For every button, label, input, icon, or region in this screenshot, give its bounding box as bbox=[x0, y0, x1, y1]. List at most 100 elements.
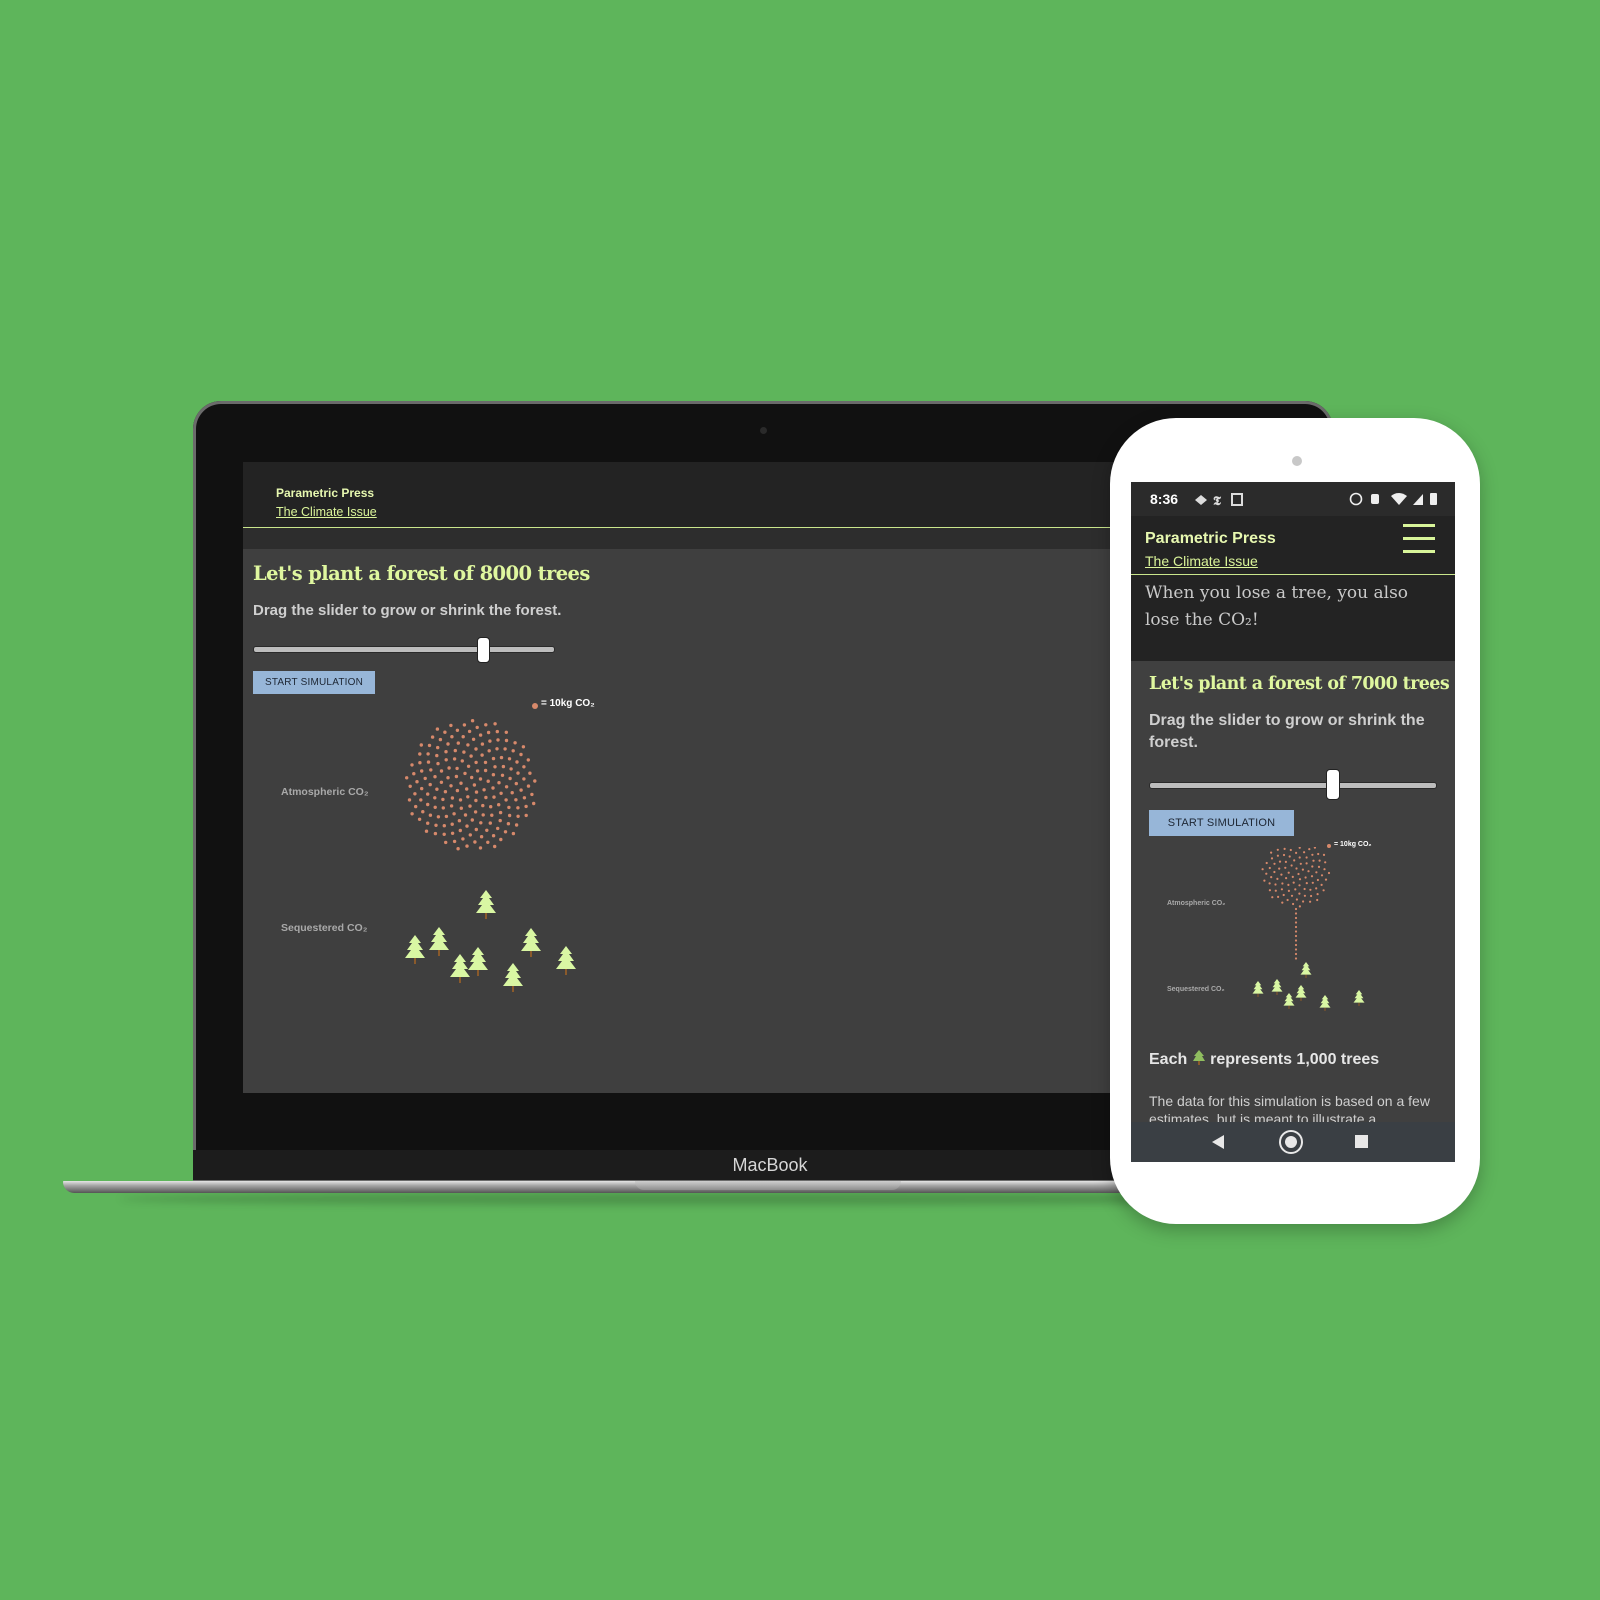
co2-dot bbox=[452, 757, 457, 761]
co2-dot bbox=[497, 803, 501, 807]
slider-instruction: Drag the slider to grow or shrink the fo… bbox=[1149, 712, 1425, 751]
co2-dot bbox=[446, 742, 450, 746]
co2-dot bbox=[504, 798, 508, 802]
system-icons bbox=[1349, 492, 1437, 506]
co2-dot bbox=[504, 738, 509, 743]
co2-dot bbox=[1293, 859, 1296, 862]
co2-dot bbox=[1297, 872, 1300, 876]
co2-dot bbox=[485, 828, 489, 832]
svg-text:𝕿: 𝕿 bbox=[1213, 494, 1222, 508]
co2-dot bbox=[417, 817, 422, 821]
co2-dot bbox=[486, 779, 490, 783]
co2-dot bbox=[1282, 853, 1286, 857]
co2-dot bbox=[522, 796, 527, 800]
tree bbox=[521, 928, 541, 951]
slider-thumb[interactable] bbox=[1326, 769, 1340, 800]
co2-dot bbox=[450, 796, 455, 800]
back-icon[interactable] bbox=[1209, 1132, 1227, 1152]
co2-dot bbox=[459, 806, 463, 810]
co2-dot bbox=[490, 813, 494, 817]
co2-dot bbox=[439, 780, 444, 784]
co2-dot bbox=[449, 804, 454, 808]
co2-dot bbox=[500, 773, 505, 777]
start-simulation-button[interactable]: START SIMULATION bbox=[1149, 810, 1294, 836]
issue-link[interactable]: The Climate Issue bbox=[276, 505, 377, 519]
co2-dot bbox=[1277, 895, 1280, 898]
tree-trunk bbox=[485, 913, 487, 919]
co2-dot bbox=[474, 798, 478, 803]
co2-dot bbox=[420, 769, 424, 773]
tree-trunk bbox=[438, 950, 440, 956]
tree-trunk bbox=[1324, 1007, 1326, 1011]
co2-dot bbox=[433, 805, 437, 809]
co2-dot bbox=[1324, 861, 1327, 864]
co2-dot bbox=[1307, 870, 1310, 873]
co2-dot bbox=[405, 776, 409, 780]
tree-slider[interactable] bbox=[1149, 782, 1437, 789]
co2-dot bbox=[433, 796, 437, 800]
co2-dot bbox=[478, 846, 483, 850]
co2-dot bbox=[415, 780, 419, 784]
co2-dot bbox=[426, 752, 430, 756]
co2-dot bbox=[467, 729, 472, 734]
co2-dot bbox=[486, 840, 490, 844]
tree-slider[interactable] bbox=[253, 646, 555, 653]
co2-dot bbox=[484, 723, 488, 727]
co2-dot bbox=[449, 723, 453, 728]
tree-trunk bbox=[1276, 991, 1278, 995]
co2-dot bbox=[1302, 900, 1305, 903]
co2-dot bbox=[489, 805, 493, 809]
slider-thumb[interactable] bbox=[477, 637, 490, 663]
co2-dot bbox=[1281, 901, 1284, 904]
co2-dot bbox=[436, 761, 440, 766]
co2-dot bbox=[433, 775, 437, 779]
co2-dot bbox=[441, 797, 445, 802]
co2-dot bbox=[495, 729, 499, 734]
co2-dot bbox=[473, 810, 478, 814]
co2-dot bbox=[435, 753, 439, 758]
tree-scale-note: Each represents 1,000 trees bbox=[1149, 1050, 1379, 1069]
co2-dot bbox=[1261, 868, 1264, 871]
recents-icon[interactable] bbox=[1354, 1134, 1370, 1150]
co2-dot bbox=[428, 813, 433, 817]
menu-icon[interactable] bbox=[1403, 524, 1437, 558]
co2-dot bbox=[1309, 888, 1312, 891]
co2-dot bbox=[516, 806, 520, 810]
co2-dot bbox=[419, 743, 423, 747]
co2-dot bbox=[497, 781, 501, 785]
tree-icon bbox=[1192, 1050, 1205, 1065]
co2-dot bbox=[453, 748, 457, 753]
co2-dot bbox=[452, 839, 457, 844]
co2-dot bbox=[480, 753, 484, 757]
co2-dot bbox=[483, 760, 488, 765]
co2-dot bbox=[519, 788, 523, 792]
co2-dot bbox=[1268, 866, 1271, 870]
co2-dot bbox=[444, 840, 448, 845]
co2-dot bbox=[1303, 887, 1306, 891]
co2-dot bbox=[1276, 877, 1279, 880]
co2-dot bbox=[465, 824, 469, 828]
co2-dot bbox=[474, 760, 478, 765]
co2-dot bbox=[1278, 860, 1282, 863]
co2-dot bbox=[488, 821, 492, 825]
co2-dot bbox=[465, 787, 469, 791]
phone-speaker bbox=[1292, 456, 1302, 466]
issue-link[interactable]: The Climate Issue bbox=[1145, 553, 1258, 569]
co2-dot bbox=[1320, 883, 1323, 886]
co2-dot bbox=[1283, 847, 1286, 850]
co2-dot bbox=[1294, 912, 1298, 915]
start-simulation-button[interactable]: START SIMULATION bbox=[253, 671, 375, 694]
co2-dot bbox=[1271, 896, 1274, 899]
co2-dot bbox=[428, 782, 432, 787]
co2-dot bbox=[1292, 881, 1295, 884]
co2-dot bbox=[526, 784, 531, 788]
co2-dot bbox=[1324, 878, 1328, 881]
home-icon[interactable] bbox=[1277, 1128, 1305, 1156]
co2-dot bbox=[463, 771, 467, 776]
co2-dot bbox=[526, 758, 530, 762]
publication-name[interactable]: Parametric Press bbox=[1145, 530, 1276, 548]
publication-name[interactable]: Parametric Press bbox=[276, 486, 374, 500]
co2-dot bbox=[496, 738, 500, 742]
co2-dot bbox=[514, 798, 518, 802]
atmospheric-co2-label: Atmospheric CO₂ bbox=[281, 786, 369, 798]
